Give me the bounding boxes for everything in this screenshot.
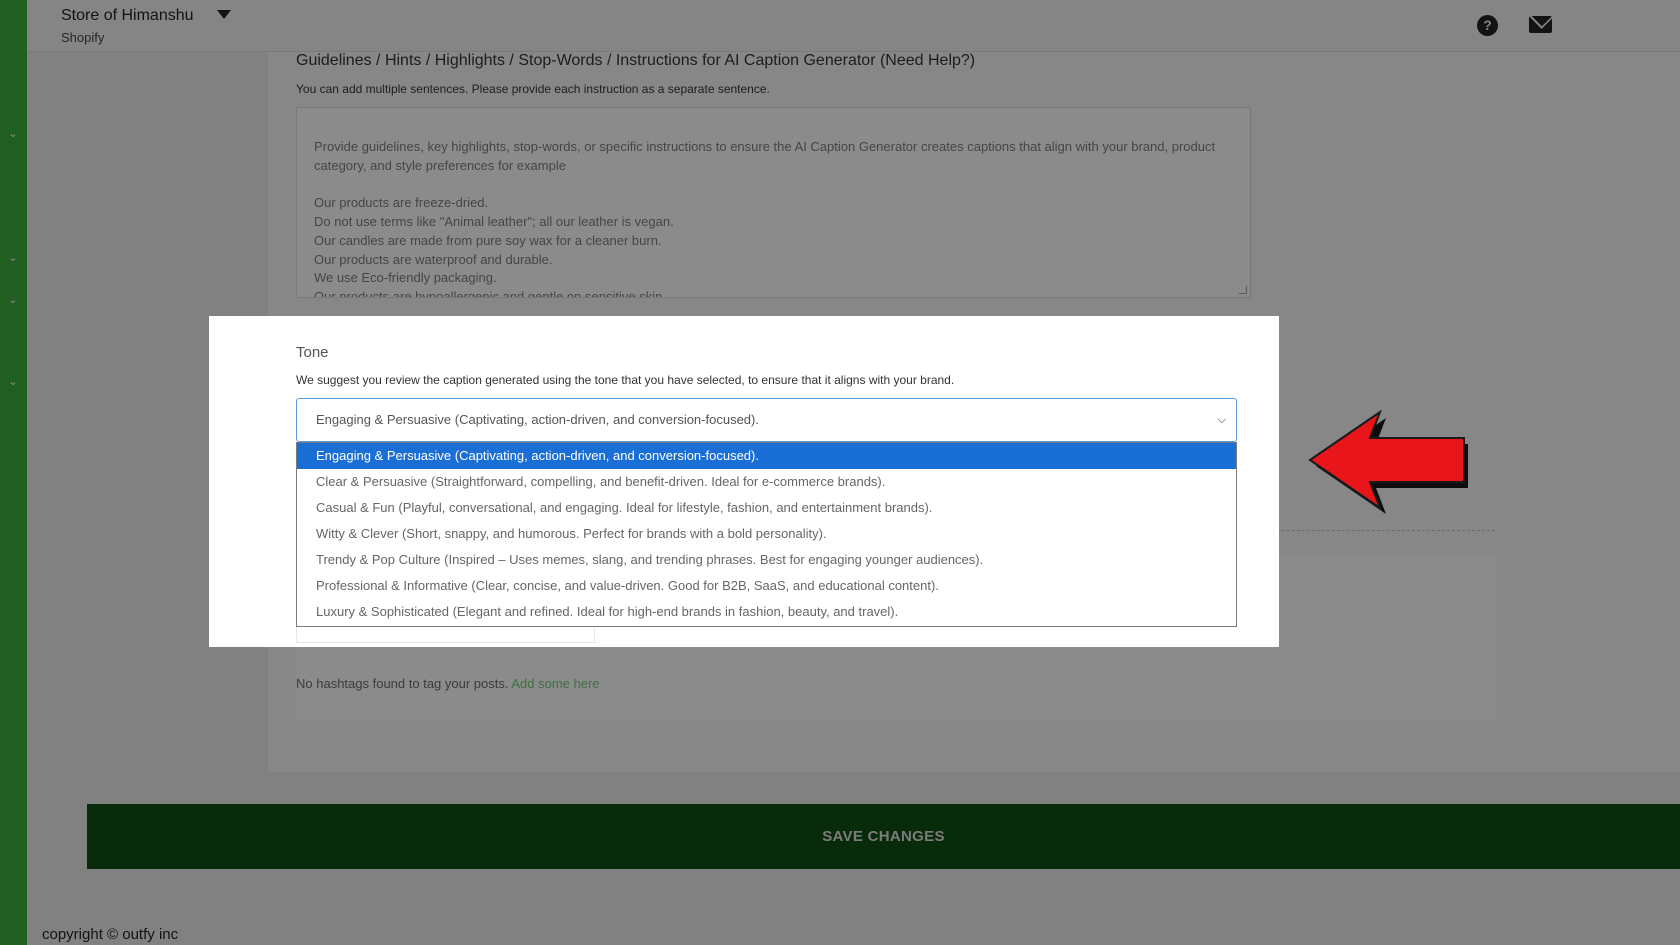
- chevron-down-icon[interactable]: ⌵: [1218, 399, 1226, 441]
- tone-label: Tone: [296, 344, 329, 361]
- tone-option-witty[interactable]: Witty & Clever (Short, snappy, and humor…: [297, 521, 1236, 547]
- tone-option-luxury[interactable]: Luxury & Sophisticated (Elegant and refi…: [297, 599, 1236, 625]
- tone-dropdown-list: Engaging & Persuasive (Captivating, acti…: [296, 442, 1237, 627]
- tone-option-engaging[interactable]: Engaging & Persuasive (Captivating, acti…: [297, 443, 1236, 469]
- red-arrow-icon: [1308, 410, 1468, 514]
- tone-option-clear[interactable]: Clear & Persuasive (Straightforward, com…: [297, 469, 1236, 495]
- tone-option-casual[interactable]: Casual & Fun (Playful, conversational, a…: [297, 495, 1236, 521]
- field-edge: [296, 627, 595, 643]
- tone-hint: We suggest you review the caption genera…: [296, 373, 955, 387]
- tone-option-trendy[interactable]: Trendy & Pop Culture (Inspired – Uses me…: [297, 547, 1236, 573]
- tone-select[interactable]: Engaging & Persuasive (Captivating, acti…: [296, 398, 1237, 442]
- tone-selected-value: Engaging & Persuasive (Captivating, acti…: [316, 412, 759, 427]
- tone-option-professional[interactable]: Professional & Informative (Clear, conci…: [297, 573, 1236, 599]
